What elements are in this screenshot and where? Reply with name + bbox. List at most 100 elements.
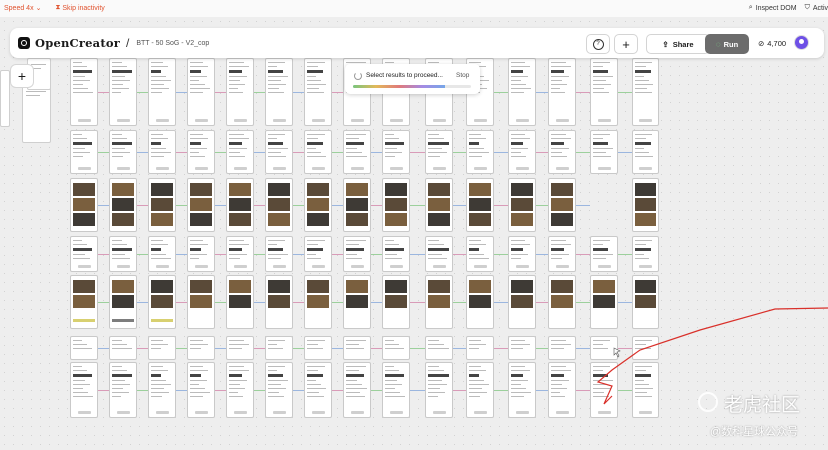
workflow-node[interactable] bbox=[425, 362, 453, 418]
image-thumbnail[interactable] bbox=[593, 280, 615, 293]
workflow-node[interactable] bbox=[343, 236, 371, 272]
image-thumbnail[interactable] bbox=[190, 198, 212, 211]
image-thumbnail[interactable] bbox=[151, 183, 173, 196]
image-thumbnail[interactable] bbox=[268, 213, 290, 226]
workflow-node[interactable] bbox=[508, 275, 536, 329]
workflow-node[interactable] bbox=[70, 275, 98, 329]
node-action-button[interactable] bbox=[194, 167, 208, 170]
workflow-node[interactable] bbox=[148, 178, 176, 232]
node-action-button[interactable] bbox=[155, 119, 169, 122]
skip-inactivity-toggle[interactable]: ⧗ Skip inactivity bbox=[55, 4, 104, 12]
node-action-button[interactable] bbox=[272, 119, 286, 122]
image-thumbnail[interactable] bbox=[635, 213, 656, 226]
image-thumbnail[interactable] bbox=[428, 198, 450, 211]
image-thumbnail[interactable] bbox=[229, 295, 251, 308]
run-button[interactable]: ◌ Run bbox=[705, 34, 749, 54]
workflow-node[interactable] bbox=[109, 362, 137, 418]
workflow-node[interactable] bbox=[590, 130, 618, 174]
workflow-node[interactable] bbox=[187, 130, 215, 174]
node-action-button[interactable] bbox=[233, 167, 247, 170]
activity-button[interactable]: ⛉ Activ bbox=[805, 4, 828, 12]
share-button[interactable]: ⇪ Share bbox=[646, 34, 710, 54]
node-action-button[interactable] bbox=[350, 119, 364, 122]
add-node-button[interactable]: + bbox=[10, 64, 34, 88]
workflow-node[interactable] bbox=[382, 130, 410, 174]
node-action-button[interactable] bbox=[194, 119, 208, 122]
node-action-button[interactable] bbox=[194, 411, 208, 414]
workflow-node[interactable] bbox=[265, 178, 293, 232]
node-action-button[interactable] bbox=[555, 167, 569, 170]
node-action-button[interactable] bbox=[233, 119, 247, 122]
image-thumbnail[interactable] bbox=[151, 213, 173, 226]
image-thumbnail[interactable] bbox=[551, 213, 573, 226]
workflow-node[interactable] bbox=[466, 336, 494, 360]
workflow-node[interactable] bbox=[226, 58, 254, 126]
image-thumbnail[interactable] bbox=[112, 198, 134, 211]
workflow-node[interactable] bbox=[304, 178, 332, 232]
image-thumbnail[interactable] bbox=[428, 183, 450, 196]
node-action-button[interactable] bbox=[515, 167, 529, 170]
workflow-node[interactable] bbox=[187, 336, 215, 360]
workflow-node[interactable] bbox=[466, 236, 494, 272]
workflow-node[interactable] bbox=[109, 236, 137, 272]
image-thumbnail[interactable] bbox=[428, 280, 450, 293]
node-action-button[interactable] bbox=[555, 265, 569, 268]
image-thumbnail[interactable] bbox=[511, 213, 533, 226]
image-thumbnail[interactable] bbox=[385, 198, 407, 211]
node-action-button[interactable] bbox=[555, 119, 569, 122]
workflow-node[interactable] bbox=[148, 362, 176, 418]
workflow-node[interactable] bbox=[548, 130, 576, 174]
workflow-node[interactable] bbox=[548, 178, 576, 232]
image-thumbnail[interactable] bbox=[385, 295, 407, 308]
workflow-node[interactable] bbox=[632, 236, 659, 272]
workflow-node[interactable] bbox=[226, 130, 254, 174]
node-action-button[interactable] bbox=[233, 265, 247, 268]
avatar[interactable] bbox=[794, 35, 809, 50]
node-action-button[interactable] bbox=[350, 411, 364, 414]
node-action-button[interactable] bbox=[597, 119, 611, 122]
workflow-node[interactable] bbox=[548, 58, 576, 126]
image-thumbnail[interactable] bbox=[229, 213, 251, 226]
image-thumbnail[interactable] bbox=[73, 295, 95, 308]
image-thumbnail[interactable] bbox=[635, 295, 656, 308]
node-action-button[interactable] bbox=[77, 119, 91, 122]
node-action-button[interactable] bbox=[597, 167, 611, 170]
workflow-node[interactable] bbox=[425, 236, 453, 272]
image-thumbnail[interactable] bbox=[190, 280, 212, 293]
workflow-node[interactable] bbox=[466, 178, 494, 232]
image-thumbnail[interactable] bbox=[346, 198, 368, 211]
image-thumbnail[interactable] bbox=[73, 183, 95, 196]
image-thumbnail[interactable] bbox=[151, 280, 173, 293]
node-action-button[interactable] bbox=[272, 167, 286, 170]
workflow-node[interactable] bbox=[148, 275, 176, 329]
workflow-node[interactable] bbox=[109, 336, 137, 360]
image-thumbnail[interactable] bbox=[385, 183, 407, 196]
workflow-node[interactable] bbox=[304, 275, 332, 329]
image-thumbnail[interactable] bbox=[73, 280, 95, 293]
node-action-button[interactable] bbox=[77, 167, 91, 170]
workflow-node[interactable] bbox=[70, 336, 98, 360]
workflow-node[interactable] bbox=[265, 362, 293, 418]
image-thumbnail[interactable] bbox=[511, 183, 533, 196]
node-action-button[interactable] bbox=[639, 411, 652, 414]
image-thumbnail[interactable] bbox=[229, 183, 251, 196]
workflow-node[interactable] bbox=[632, 275, 659, 329]
stop-button[interactable]: Stop bbox=[456, 72, 469, 79]
workflow-node[interactable] bbox=[304, 130, 332, 174]
workflow-node[interactable] bbox=[466, 362, 494, 418]
workflow-node[interactable] bbox=[265, 275, 293, 329]
node-action-button[interactable] bbox=[116, 167, 130, 170]
image-thumbnail[interactable] bbox=[551, 183, 573, 196]
image-thumbnail[interactable] bbox=[511, 295, 533, 308]
workflow-node[interactable] bbox=[425, 178, 453, 232]
node-action-button[interactable] bbox=[639, 167, 652, 170]
brand-logo[interactable]: OpenCreator / BTT - 50 SoG - V2_cop bbox=[18, 36, 209, 50]
workflow-node[interactable] bbox=[148, 236, 176, 272]
workflow-node[interactable] bbox=[265, 336, 293, 360]
workflow-node[interactable] bbox=[187, 275, 215, 329]
workflow-node[interactable] bbox=[632, 178, 659, 232]
workflow-node[interactable] bbox=[508, 58, 536, 126]
workflow-node[interactable] bbox=[148, 336, 176, 360]
side-panel-node[interactable] bbox=[0, 70, 10, 127]
image-thumbnail[interactable] bbox=[112, 280, 134, 293]
